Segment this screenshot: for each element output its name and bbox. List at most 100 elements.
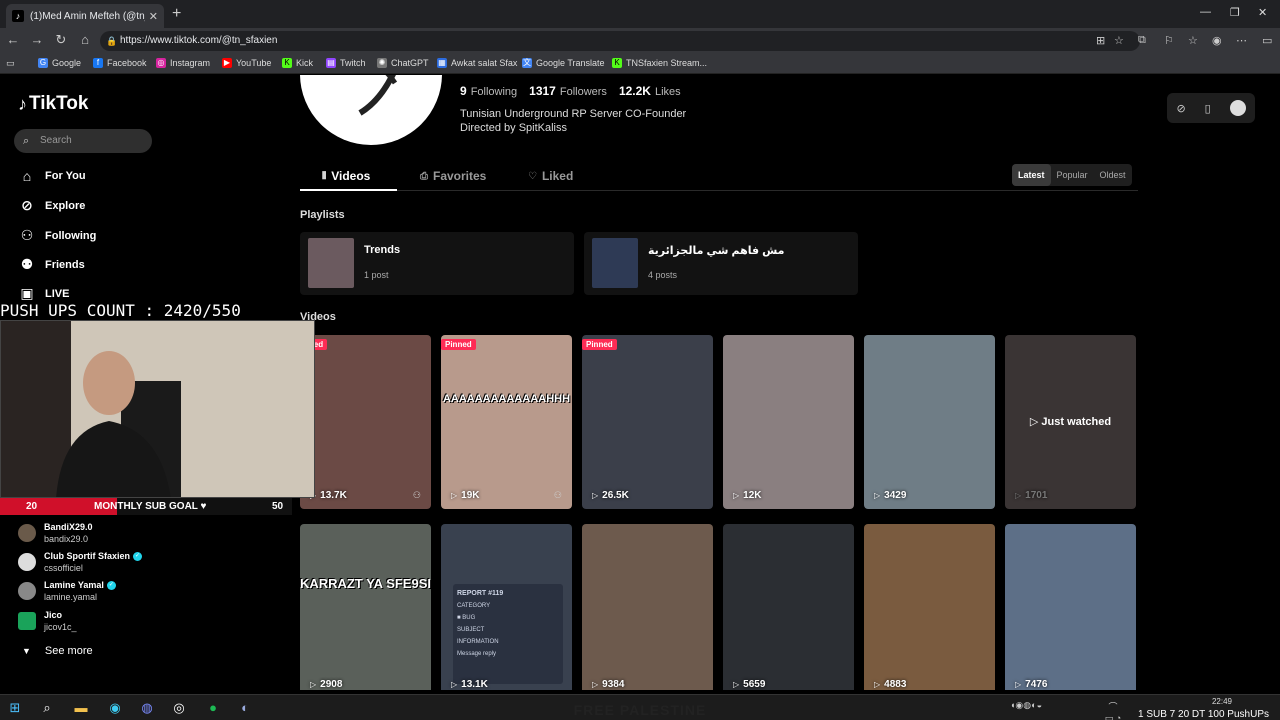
view-count: ▷ 12K xyxy=(733,490,762,501)
bookmark-instagram[interactable]: ◎ Instagram xyxy=(156,58,210,68)
split-icon[interactable]: ⚐ xyxy=(1164,34,1174,47)
views-label: 3429 xyxy=(884,490,907,501)
playlist-card[interactable]: Trends 1 post xyxy=(300,232,574,295)
account-name: Lamine Yamal xyxy=(44,580,104,590)
avatar xyxy=(18,582,36,600)
video-card[interactable]: REPORT #119 CATEGORY ■ BUG SUBJECT INFOR… xyxy=(441,524,572,690)
sort-popular[interactable]: Popular xyxy=(1051,164,1094,186)
close-window-icon[interactable]: ✕ xyxy=(1258,6,1267,19)
translate-icon: 文 xyxy=(522,58,532,68)
video-card[interactable]: Pinned AAAAAAAAAAAAAHHH ▷ 19K ⚇ xyxy=(441,335,572,509)
bookmark-chatgpt[interactable]: ✺ ChatGPT xyxy=(377,58,429,68)
favorite-star-icon[interactable]: ☆ xyxy=(1114,34,1124,47)
views-label: 19K xyxy=(461,490,480,501)
facebook-icon: f xyxy=(93,58,103,68)
video-card[interactable]: ▷ 5659 xyxy=(723,524,854,690)
reload-icon[interactable]: ↻ xyxy=(52,32,70,48)
home-browser-icon[interactable]: ⌂ xyxy=(76,32,94,47)
search-input[interactable]: ⌕ Search xyxy=(14,129,152,153)
video-card[interactable]: ▷ 3429 xyxy=(864,335,995,509)
user-avatar[interactable] xyxy=(1229,100,1246,116)
minimize-icon[interactable]: — xyxy=(1200,6,1211,18)
tab-liked[interactable]: ♡ Liked xyxy=(528,169,573,183)
profile-icon[interactable]: ◉ xyxy=(1212,34,1222,47)
video-card[interactable]: KARRAZT YA SFE9SI ▷ 2908 xyxy=(300,524,431,690)
likes-label: Likes xyxy=(654,86,681,98)
pinned-badge: Pinned xyxy=(582,339,617,350)
bookmark-translate[interactable]: 文 Google Translate xyxy=(522,58,605,68)
kick-icon: K xyxy=(612,58,622,68)
see-more-label: See more xyxy=(44,645,93,657)
suggested-account[interactable]: Club Sportif Sfaxien ✓ cssofficiel xyxy=(18,551,143,574)
suggested-account[interactable]: Lamine Yamal ✓ lamine.yamal xyxy=(18,580,116,603)
following-stat[interactable]: 9 Following xyxy=(460,84,517,98)
device-icon[interactable]: ▯ xyxy=(1205,102,1211,115)
tiktok-logo[interactable]: ♪ TikTok xyxy=(18,93,88,115)
home-icon: ⌂ xyxy=(22,168,32,184)
sort-latest[interactable]: Latest xyxy=(1012,164,1051,186)
video-card[interactable]: nned ▷13.7K ⚇ xyxy=(300,335,431,509)
video-card[interactable]: ▷ 4883 xyxy=(864,524,995,690)
nav-live[interactable]: ▣ LIVE xyxy=(18,285,69,302)
verified-icon: ✓ xyxy=(106,581,116,591)
nav-friends[interactable]: ⚉ Friends xyxy=(18,256,85,273)
bookmark-label: ChatGPT xyxy=(391,58,429,68)
bookmark-tnsfaxien[interactable]: K TNSfaxien Stream... xyxy=(612,58,707,68)
clock[interactable]: 22:49 xyxy=(1204,697,1240,707)
followers-stat[interactable]: 1317 Followers xyxy=(529,84,607,98)
sidebar-toggle-icon[interactable]: ▭ xyxy=(1262,34,1272,47)
explore-icon[interactable]: ⊘ xyxy=(1176,102,1185,115)
account-handle: bandix29.0 xyxy=(44,534,89,544)
url-text: https://www.tiktok.com/@tn_sfaxien xyxy=(120,35,278,46)
tab-favorites[interactable]: ⎙ Favorites xyxy=(420,169,486,183)
maximize-icon[interactable]: ❐ xyxy=(1230,6,1240,19)
views-label: 13.7K xyxy=(320,490,347,501)
browser-tab[interactable]: ♪ (1)Med Amin Mefteh (@tn_sfaxien ✕ xyxy=(6,4,164,28)
video-card[interactable]: ▷ 7476 xyxy=(1005,524,1136,690)
see-more-button[interactable]: ▼ See more xyxy=(22,645,93,657)
video-card[interactable]: ▷ Just watched ▷ 1701 xyxy=(1005,335,1136,509)
bookmark-label: YouTube xyxy=(236,58,272,68)
followers-label: Followers xyxy=(559,86,607,98)
tab-videos[interactable]: ⫴ Videos xyxy=(322,169,370,183)
play-icon: ▷ xyxy=(451,491,458,500)
views-label: 9384 xyxy=(602,679,625,690)
bookmark-youtube[interactable]: ▶ YouTube xyxy=(222,58,271,68)
bookmarks-bar: ▭ G Google f Facebook ◎ Instagram ▶ YouTube … xyxy=(0,54,1280,74)
bookmark-kick[interactable]: K Kick xyxy=(282,58,313,68)
suggested-account[interactable]: BandiX29.0 bandix29.0 xyxy=(18,522,93,545)
back-icon[interactable]: ← xyxy=(4,32,22,47)
bookmark-menu-icon[interactable]: ▭ xyxy=(6,58,15,69)
video-card[interactable]: ▷ 9384 xyxy=(582,524,713,690)
sub-goal-bar: 20 MONTHLY SUB GOAL ♥ 50 xyxy=(0,498,292,515)
playlist-card[interactable]: مش فاهم شي مالجزائرية 4 posts xyxy=(584,232,858,295)
friends-icon: ⚉ xyxy=(20,256,34,272)
favorites-icon[interactable]: ☆ xyxy=(1188,34,1198,47)
likes-count: 12.2K xyxy=(618,84,651,98)
menu-icon[interactable]: ⋯ xyxy=(1236,34,1247,47)
suggested-account[interactable]: Jico jicov1c_ xyxy=(18,610,77,633)
sort-oldest[interactable]: Oldest xyxy=(1094,164,1132,186)
bookmark-label: Kick xyxy=(296,58,314,68)
active-tab-indicator xyxy=(300,189,397,191)
nav-explore[interactable]: ⊘ Explore xyxy=(18,197,85,214)
bookmark-google[interactable]: G Google xyxy=(38,58,81,68)
forward-icon[interactable]: → xyxy=(28,32,46,47)
nav-following[interactable]: ⚇ Following xyxy=(18,227,97,244)
logo-text: TikTok xyxy=(29,93,89,114)
app-icon[interactable]: ⊞ xyxy=(1096,34,1105,47)
video-card[interactable]: ▷ 12K xyxy=(723,335,854,509)
compass-icon: ⊘ xyxy=(21,197,33,213)
extensions-icon[interactable]: ⧉ xyxy=(1138,34,1146,47)
profile-avatar[interactable] xyxy=(300,75,442,145)
bookmark-twitch[interactable]: ▤ Twitch xyxy=(326,58,366,68)
nav-for-you[interactable]: ⌂ For You xyxy=(18,168,86,184)
video-caption: KARRAZT YA SFE9SI xyxy=(300,576,431,591)
url-field[interactable]: 🔒 https://www.tiktok.com/@tn_sfaxien xyxy=(100,31,1140,51)
video-card[interactable]: Pinned ▷ 26.5K xyxy=(582,335,713,509)
bookmark-awkat[interactable]: ▦ Awkat salat Sfax xyxy=(437,58,517,68)
new-tab-icon[interactable]: + xyxy=(172,5,181,23)
bookmark-facebook[interactable]: f Facebook xyxy=(93,58,147,68)
close-tab-icon[interactable]: ✕ xyxy=(149,10,158,23)
view-count: ▷ 5659 xyxy=(733,679,765,690)
